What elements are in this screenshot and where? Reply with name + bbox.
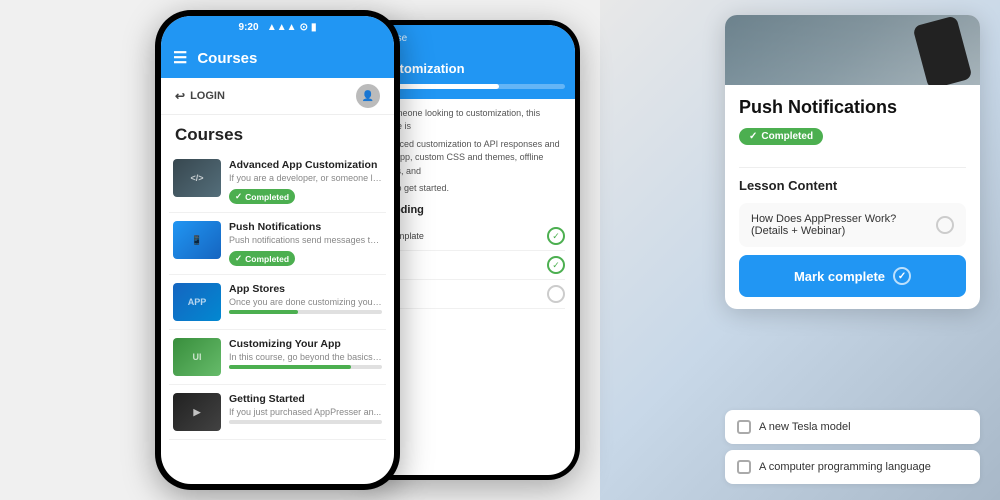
course-name: App Stores: [229, 283, 382, 295]
mid-lesson-title: nd Template: [375, 230, 547, 244]
course-thumb: APP: [173, 283, 221, 321]
quiz-checkbox[interactable]: [737, 420, 751, 434]
check-icon: ✓: [749, 131, 757, 142]
nav-title: Courses: [197, 50, 257, 67]
progress-fill: [229, 310, 298, 314]
progress-bar: [229, 420, 382, 424]
check-icon: ✓: [235, 191, 242, 202]
course-thumb: ▶: [173, 393, 221, 431]
card-title: Push Notifications: [739, 97, 966, 118]
course-name: Push Notifications: [229, 221, 382, 233]
course-list: </> Advanced App Customization If you ar…: [161, 151, 394, 484]
mid-lesson-item[interactable]: ✓: [375, 251, 565, 280]
course-desc: In this course, go beyond the basics ...: [229, 352, 382, 362]
quiz-text: A computer programming language: [759, 461, 931, 473]
check-icon: ✓: [235, 253, 242, 264]
hamburger-icon[interactable]: ☰: [173, 48, 187, 68]
mid-course-title: AppCustomization: [375, 44, 565, 78]
mid-progress-bar: [375, 84, 565, 89]
login-label[interactable]: LOGIN: [190, 90, 225, 102]
mark-complete-button[interactable]: Mark complete ✓: [739, 255, 966, 297]
mid-lesson-item[interactable]: nd Template ✓: [375, 222, 565, 251]
lesson-item-card[interactable]: How Does AppPresser Work? (Details + Web…: [739, 203, 966, 247]
mid-desc3: how to get started.: [375, 182, 565, 196]
bottom-cards-area: A new Tesla model A computer programming…: [725, 410, 980, 490]
card-photo: [725, 15, 980, 85]
course-thumb: 📱: [173, 221, 221, 259]
course-thumb: </>: [173, 159, 221, 197]
quiz-card[interactable]: A new Tesla model: [725, 410, 980, 444]
card-completed-badge: ✓ Completed: [739, 128, 823, 145]
card-body: Push Notifications ✓ Completed Lesson Co…: [725, 85, 980, 309]
course-desc: Once you are done customizing your ...: [229, 297, 382, 307]
course-thumb: UI: [173, 338, 221, 376]
courses-page-title: Courses: [161, 115, 394, 151]
course-name: Getting Started: [229, 393, 382, 405]
list-item[interactable]: UI Customizing Your App In this course, …: [169, 330, 386, 385]
mid-lesson-item[interactable]: [375, 280, 565, 309]
course-name: Customizing Your App: [229, 338, 382, 350]
check-circle-empty: [547, 285, 565, 303]
quiz-checkbox[interactable]: [737, 460, 751, 474]
list-item[interactable]: ▶ Getting Started If you just purchased …: [169, 385, 386, 440]
lesson-content-title: Lesson Content: [739, 178, 966, 193]
mid-desc: or someone looking to customization, thi…: [375, 107, 565, 134]
course-name: Advanced App Customization: [229, 159, 382, 171]
lesson-item-text: How Does AppPresser Work? (Details + Web…: [751, 213, 936, 237]
check-circle-done: ✓: [547, 256, 565, 274]
card-overlay: Push Notifications ✓ Completed Lesson Co…: [725, 15, 980, 309]
check-icon-btn: ✓: [893, 267, 911, 285]
signal-icon: ▲▲▲: [267, 22, 297, 33]
check-circle-done: ✓: [547, 227, 565, 245]
quiz-text: A new Tesla model: [759, 421, 851, 433]
list-item[interactable]: APP App Stores Once you are done customi…: [169, 275, 386, 330]
wifi-icon: ⊙: [300, 22, 308, 33]
mark-complete-label: Mark complete: [794, 269, 885, 284]
mid-section-title: & Coding: [375, 202, 565, 219]
status-time: 9:20: [239, 22, 259, 33]
mid-course-label: Course: [375, 33, 565, 44]
divider: [739, 167, 966, 168]
list-item[interactable]: 📱 Push Notifications Push notifications …: [169, 213, 386, 275]
progress-bar: [229, 365, 382, 369]
mid-desc2: advanced customization to API responses …: [375, 138, 565, 179]
course-desc: Push notifications send messages to ...: [229, 235, 382, 245]
nav-bar: ☰ Courses: [161, 38, 394, 78]
completed-badge: ✓ Completed: [229, 189, 295, 204]
status-bar: 9:20 ▲▲▲ ⊙ ▮: [161, 16, 394, 38]
progress-fill: [229, 365, 351, 369]
radio-circle[interactable]: [936, 216, 954, 234]
quiz-card[interactable]: A computer programming language: [725, 450, 980, 484]
avatar[interactable]: 👤: [356, 84, 380, 108]
course-desc: If you just purchased AppPresser an...: [229, 407, 382, 417]
login-icon: ↩: [175, 89, 185, 103]
list-item[interactable]: </> Advanced App Customization If you ar…: [169, 151, 386, 213]
course-desc: If you are a developer, or someone lo...: [229, 173, 382, 183]
completed-badge: ✓ Completed: [229, 251, 295, 266]
phone-left: 9:20 ▲▲▲ ⊙ ▮ ☰ Courses ↩ LOGIN 👤 Courses: [155, 10, 400, 490]
battery-icon: ▮: [311, 22, 317, 33]
avatar-icon: 👤: [362, 91, 374, 102]
progress-bar: [229, 310, 382, 314]
login-bar: ↩ LOGIN 👤: [161, 78, 394, 115]
